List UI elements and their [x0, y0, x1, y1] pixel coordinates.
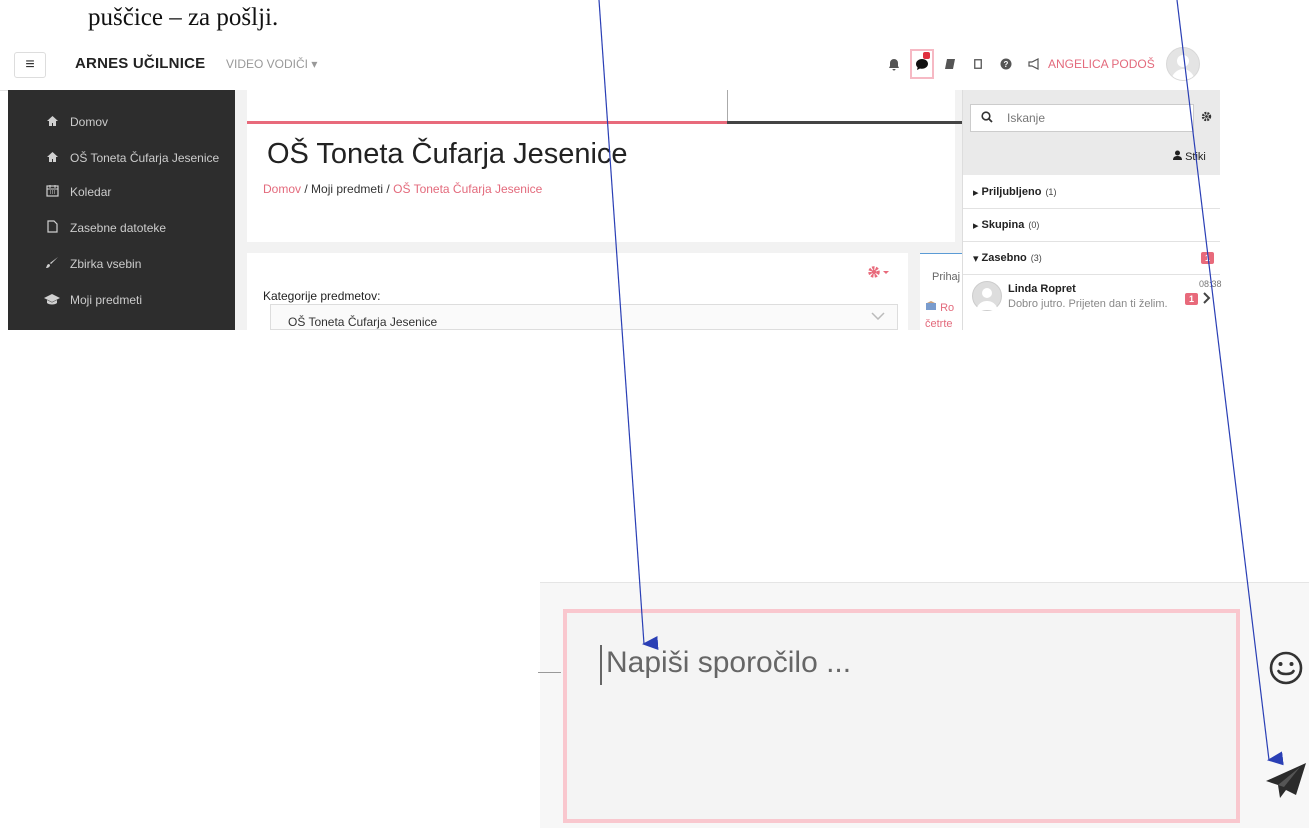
section-priljubljeno[interactable]: ▸ Priljubljeno (1) [963, 176, 1220, 209]
page-title: OŠ Toneta Čufarja Jesenice [267, 138, 628, 170]
search-placeholder: Iskanje [1007, 111, 1046, 125]
caret-down-icon: ▾ [973, 252, 979, 265]
sidebar-item-label: OŠ Toneta Čufarja Jesenice [70, 151, 220, 165]
tab-divider [727, 90, 728, 124]
category-label: Kategorije predmetov: [263, 289, 381, 303]
avatar [972, 281, 1002, 311]
sidebar-item-label: Domov [70, 115, 109, 129]
category-select[interactable]: OŠ Toneta Čufarja Jesenice [270, 304, 898, 330]
message-drawer: Iskanje Stiki ▸ Priljubljeno (1) ▸ Skupi… [962, 90, 1222, 330]
section-count: (0) [1028, 220, 1040, 230]
sidebar-item-zasebne-datoteke[interactable]: Zasebne datoteke [8, 210, 235, 246]
event-link-text-1[interactable]: Ro [940, 302, 954, 314]
unread-badge: 1 [1185, 293, 1199, 305]
breadcrumb-separator: / [386, 182, 390, 196]
megaphone-icon[interactable] [1022, 52, 1046, 76]
breadcrumb-school[interactable]: OŠ Toneta Čufarja Jesenice [393, 182, 542, 196]
video-guides-menu[interactable]: VIDEO VODIČI ▾ [226, 57, 317, 71]
sidebar-item-school[interactable]: OŠ Toneta Čufarja Jesenice [8, 140, 235, 176]
chat-bubble-icon[interactable] [910, 49, 934, 79]
gear-icon[interactable] [866, 264, 890, 285]
brand-logo[interactable]: ARNES UČILNICE [75, 55, 205, 72]
section-count: (3) [1030, 253, 1042, 263]
breadcrumb-domov[interactable]: Domov [263, 182, 301, 196]
category-select-value: OŠ Toneta Čufarja Jesenice [288, 315, 438, 329]
unread-badge: 1 [1200, 252, 1214, 264]
search-input[interactable]: Iskanje [970, 104, 1194, 132]
sidebar-item-zbirka-vsebin[interactable]: Zbirka vsebin [8, 246, 235, 282]
gear-icon[interactable] [1201, 111, 1212, 125]
user-icon [1173, 150, 1185, 163]
unread-badge [923, 52, 930, 59]
chevron-down-icon [871, 311, 885, 323]
chevron-right-icon [1203, 291, 1211, 309]
sidebar-item-domov[interactable]: Domov [8, 104, 235, 140]
message-placeholder: Napiši sporočilo ... [606, 646, 852, 679]
sidebar-item-label: Koledar [70, 185, 112, 199]
message-textarea[interactable] [563, 609, 1240, 823]
conversation-preview: Dobro jutro. Prijeten dan ti želim. [1008, 298, 1168, 310]
event-icon [925, 301, 940, 314]
sidebar-item-koledar[interactable]: Koledar [8, 174, 235, 210]
instruction-caption: puščice – za pošlji. [88, 4, 279, 31]
upcoming-event-link[interactable]: Ro četrte [925, 300, 954, 332]
active-tab-indicator [247, 121, 727, 124]
calendar-icon [42, 184, 62, 200]
paper-plane-icon[interactable] [1260, 755, 1308, 803]
conversation-name: Linda Ropret [1008, 283, 1076, 295]
nav-icon-group: ? [882, 49, 1050, 79]
bell-icon[interactable] [882, 52, 906, 76]
breadcrumb-moji-predmeti[interactable]: Moji predmeti [311, 182, 383, 196]
hamburger-icon[interactable]: ≡ [14, 52, 46, 78]
tablet-icon[interactable] [966, 52, 990, 76]
book-icon[interactable] [938, 52, 962, 76]
sidebar-item-moji-predmeti[interactable]: Moji predmeti [8, 282, 235, 318]
upcoming-title: Prihaj [932, 271, 961, 283]
section-zasebno[interactable]: ▾ Zasebno (3) 1 [963, 242, 1220, 275]
event-link-text-2[interactable]: četrte [925, 318, 953, 330]
sidebar-item-label: Zasebne datoteke [70, 221, 167, 235]
caret-right-icon: ▸ [973, 219, 979, 232]
home-icon [42, 151, 62, 166]
question-icon[interactable]: ? [994, 52, 1018, 76]
section-skupina[interactable]: ▸ Skupina (0) [963, 209, 1220, 242]
tab-underline [727, 121, 963, 124]
top-navbar: ≡ ARNES UČILNICE VIDEO VODIČI ▾ ? ANGELI… [0, 38, 1220, 91]
graduation-cap-icon [42, 293, 62, 308]
contacts-label: Stiki [1185, 151, 1206, 163]
user-name[interactable]: ANGELICA PODOŠ [1048, 57, 1155, 71]
svg-text:?: ? [1004, 60, 1009, 69]
brush-icon [42, 256, 62, 272]
conversation-time: 08:38 [1199, 279, 1222, 289]
caret-right-icon: ▸ [973, 186, 979, 199]
conversation-item[interactable]: Linda Ropret Dobro jutro. Prijeten dan t… [963, 273, 1222, 330]
search-icon [981, 110, 993, 126]
section-label: Priljubljeno [981, 186, 1042, 198]
contacts-link[interactable]: Stiki [1173, 150, 1206, 163]
section-label: Zasebno [981, 252, 1027, 264]
section-label: Skupina [981, 219, 1025, 231]
smiley-icon[interactable] [1268, 650, 1304, 695]
section-count: (1) [1045, 187, 1057, 197]
home-icon [42, 115, 62, 130]
sidebar-item-label: Moji predmeti [70, 293, 143, 307]
text-caret [600, 645, 602, 685]
avatar[interactable] [1166, 47, 1200, 81]
file-icon [42, 220, 62, 236]
breadcrumb-separator: / [304, 182, 308, 196]
sidebar-item-label: Zbirka vsebin [70, 257, 142, 271]
sidebar: Domov OŠ Toneta Čufarja Jesenice Koledar… [8, 90, 235, 330]
divider-line [538, 672, 561, 673]
breadcrumb: Domov / Moji predmeti / OŠ Toneta Čufarj… [263, 182, 542, 196]
